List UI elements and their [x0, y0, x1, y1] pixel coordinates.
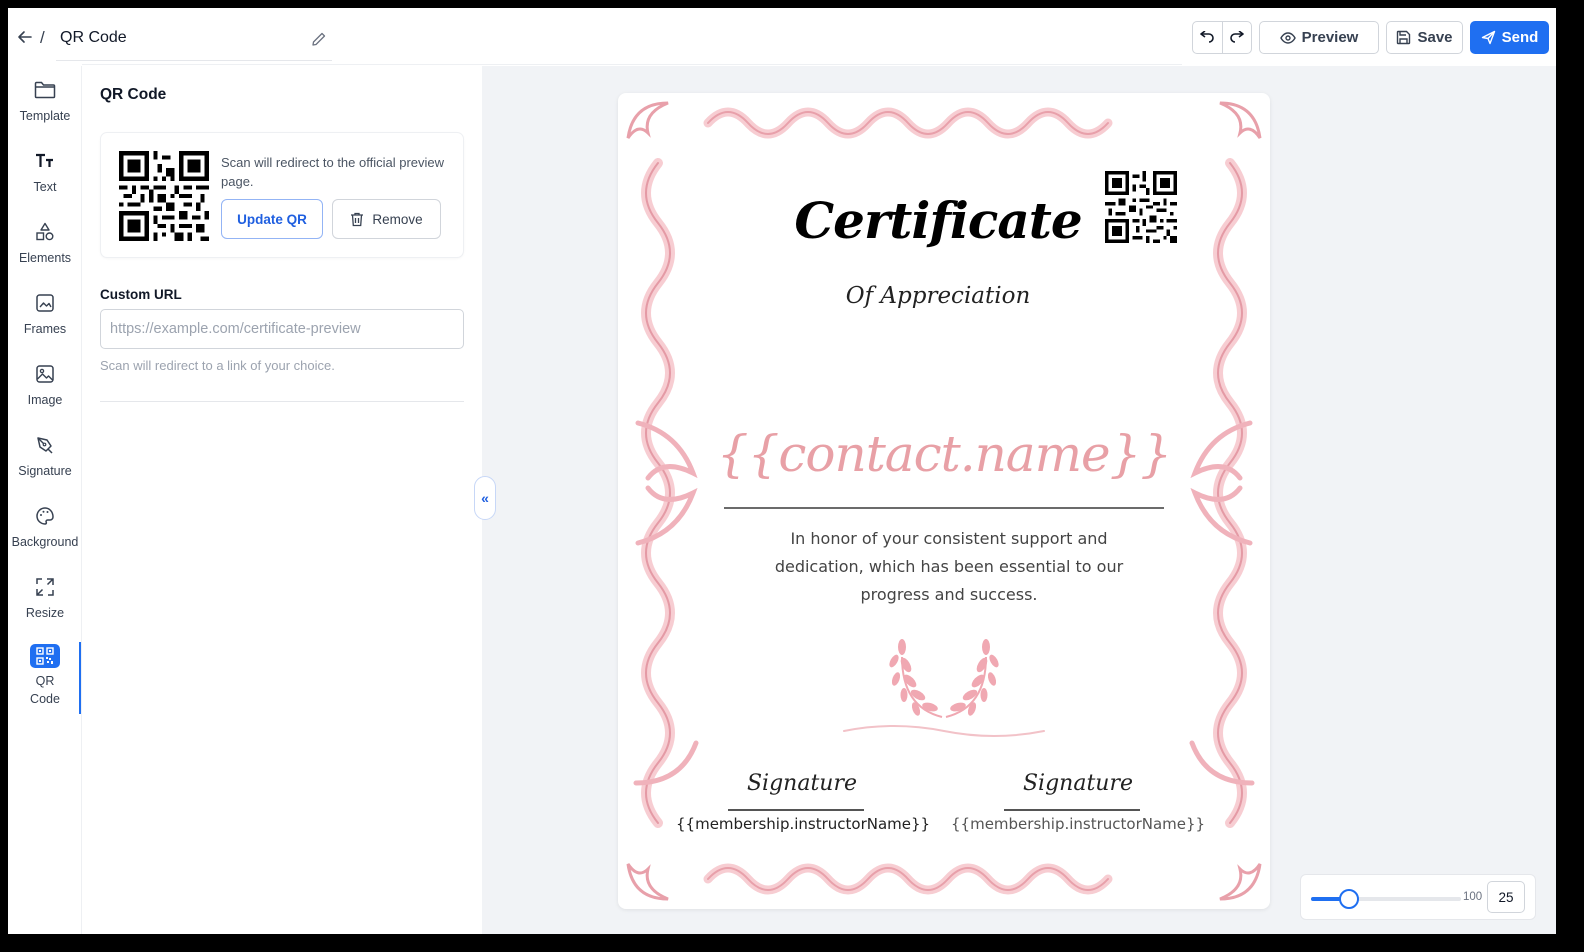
rail-label: Template	[19, 109, 71, 123]
certificate-page[interactable]: Certificate Of Appreciation {{contact.na…	[618, 93, 1270, 909]
qr-code-panel: QR Code Scan will redirect to the offici…	[83, 66, 482, 934]
send-icon	[1481, 30, 1495, 45]
back-button[interactable]	[14, 26, 36, 48]
zoom-control: 100	[1300, 874, 1536, 920]
collapse-panel-button[interactable]: «	[474, 476, 496, 520]
rail-item-template[interactable]: Template	[8, 78, 82, 142]
zoom-max-label: 100	[1463, 891, 1483, 903]
document-title[interactable]: QR Code	[60, 29, 127, 47]
custom-url-input[interactable]	[100, 309, 464, 349]
rail-label: Background	[11, 535, 79, 549]
panel-title: QR Code	[100, 86, 167, 103]
arrow-left-icon	[18, 31, 32, 43]
pencil-icon	[312, 32, 326, 46]
certificate-body[interactable]: In honor of your consistent support and …	[744, 525, 1154, 609]
signer-name-1[interactable]: {{membership.instructorName}}	[676, 815, 930, 833]
rail-item-image[interactable]: Image	[8, 362, 82, 426]
resize-icon	[33, 575, 57, 599]
chevrons-left-icon: «	[481, 490, 489, 506]
preview-label: Preview	[1301, 29, 1359, 46]
signature-label-1[interactable]: Signature	[722, 771, 882, 796]
palette-icon	[33, 504, 57, 528]
rail-item-background[interactable]: Background	[8, 504, 82, 568]
title-underline	[56, 60, 332, 61]
redo-icon	[1229, 30, 1244, 43]
preview-button[interactable]: Preview	[1259, 21, 1379, 54]
top-bar-divider	[82, 64, 1182, 65]
rail-item-resize[interactable]: Resize	[8, 575, 82, 639]
text-icon	[33, 149, 57, 173]
rail-item-frames[interactable]: Frames	[8, 291, 82, 355]
send-button[interactable]: Send	[1470, 21, 1549, 54]
signature-line-2	[1004, 809, 1140, 811]
name-underline	[724, 507, 1164, 509]
rail-label: Text	[33, 180, 57, 194]
tool-rail: Template Text Elements Frames Image Sign…	[8, 66, 82, 934]
laurel-wreath-icon	[889, 639, 999, 718]
panel-divider	[100, 401, 464, 402]
zoom-input[interactable]	[1487, 881, 1525, 913]
undo-icon	[1200, 30, 1215, 43]
rail-label: Signature	[18, 464, 72, 478]
rail-label: Elements	[18, 251, 72, 265]
breadcrumb-separator: /	[40, 28, 45, 47]
update-qr-button[interactable]: Update QR	[221, 199, 323, 239]
undo-button[interactable]	[1193, 22, 1222, 53]
rail-item-elements[interactable]: Elements	[8, 220, 82, 284]
qr-code-preview	[119, 151, 209, 241]
signer-name-2[interactable]: {{membership.instructorName}}	[951, 815, 1205, 833]
pen-icon	[33, 433, 57, 457]
rail-item-signature[interactable]: Signature	[8, 433, 82, 497]
image-icon	[33, 362, 57, 386]
eye-icon	[1279, 31, 1296, 44]
send-label: Send	[1501, 29, 1539, 46]
save-icon	[1397, 30, 1411, 45]
frame-icon	[33, 291, 57, 315]
certificate-title[interactable]: Certificate	[778, 191, 1098, 250]
top-bar: / QR Code Preview Save Send	[8, 8, 1556, 66]
signature-label-2[interactable]: Signature	[998, 771, 1158, 796]
rail-item-qr-code[interactable]: QR Code	[8, 644, 82, 708]
certificate-qr-code[interactable]	[1105, 171, 1177, 243]
folder-icon	[33, 78, 57, 102]
remove-label: Remove	[372, 211, 423, 227]
rail-item-text[interactable]: Text	[8, 149, 82, 213]
rail-label: Image	[27, 393, 63, 407]
custom-url-label: Custom URL	[100, 287, 182, 302]
zoom-slider-thumb[interactable]	[1338, 889, 1359, 909]
save-label: Save	[1417, 29, 1453, 46]
active-indicator	[79, 642, 81, 714]
redo-button[interactable]	[1221, 22, 1252, 53]
qr-code-icon	[30, 644, 60, 668]
qr-description: Scan will redirect to the official previ…	[221, 155, 445, 189]
signature-line-1	[728, 809, 864, 811]
qr-card: Scan will redirect to the official previ…	[100, 132, 464, 258]
undo-redo-group	[1192, 21, 1252, 54]
design-canvas[interactable]: Certificate Of Appreciation {{contact.na…	[482, 66, 1556, 934]
certificate-subtitle[interactable]: Of Appreciation	[778, 283, 1098, 309]
custom-url-help: Scan will redirect to a link of your cho…	[100, 358, 335, 373]
edit-title-button[interactable]	[308, 28, 330, 50]
trash-icon	[351, 212, 364, 226]
zoom-slider[interactable]	[1311, 889, 1461, 909]
app-window: / QR Code Preview Save Send Template Tex…	[8, 8, 1556, 934]
rail-label: Resize	[25, 606, 65, 620]
save-button[interactable]: Save	[1386, 21, 1463, 54]
rail-label: Frames	[23, 322, 67, 336]
rail-label: QR Code	[30, 674, 60, 706]
shapes-icon	[33, 220, 57, 244]
remove-qr-button[interactable]: Remove	[332, 199, 441, 239]
recipient-name[interactable]: {{contact.name}}	[714, 425, 1174, 483]
